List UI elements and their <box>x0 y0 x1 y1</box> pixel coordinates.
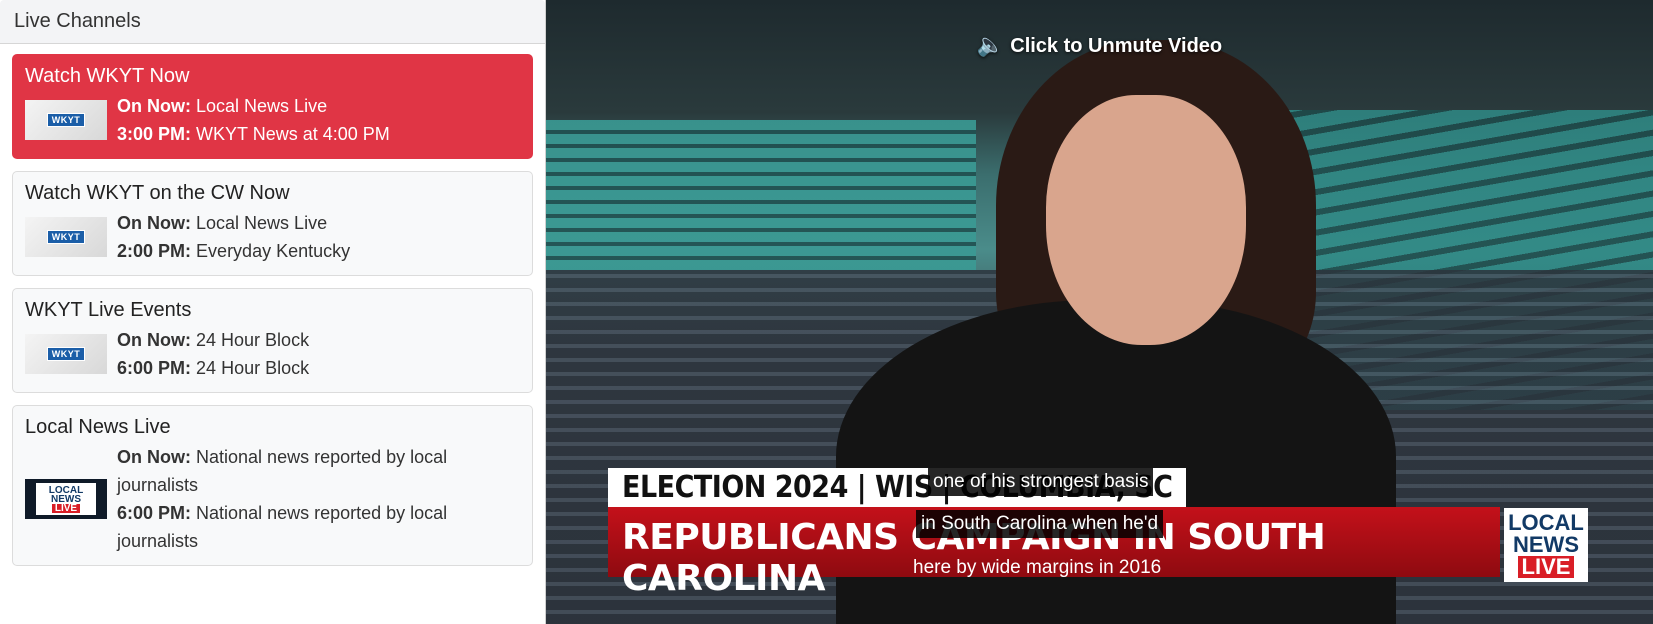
next-program-value: Everyday Kentucky <box>196 241 351 261</box>
next-time-label: 6:00 PM: <box>117 503 192 523</box>
on-now-value: 24 Hour Block <box>196 330 310 350</box>
video-frame-reporter <box>1046 95 1246 345</box>
next-program-value: 24 Hour Block <box>196 358 310 378</box>
channel-list: Watch WKYT Now WKYT On Now: Local News L… <box>0 44 545 588</box>
channel-title: WKYT Live Events <box>25 299 192 321</box>
on-now-label: On Now: <box>117 213 191 233</box>
next-time-label: 2:00 PM: <box>117 241 192 261</box>
on-now-label: On Now: <box>117 96 191 116</box>
caption-line: one of his strongest basis <box>928 468 1154 496</box>
channel-card-wkyt-live-events[interactable]: WKYT Live Events WKYT On Now: 24 Hour Bl… <box>12 288 533 393</box>
channel-thumbnail: WKYT <box>25 217 107 257</box>
channel-title: Watch WKYT on the CW Now <box>25 182 290 204</box>
channel-card-local-news-live[interactable]: Local News Live LOCAL NEWS LIVE On Now: … <box>12 405 533 566</box>
unmute-button[interactable]: 🔈 Click to Unmute Video <box>546 32 1653 58</box>
on-now-label: On Now: <box>117 330 191 350</box>
next-program-value: WKYT News at 4:00 PM <box>196 124 390 144</box>
live-channels-sidebar: Live Channels Watch WKYT Now WKYT On Now… <box>0 0 546 624</box>
channel-card-watch-wkyt-now[interactable]: Watch WKYT Now WKYT On Now: Local News L… <box>12 54 533 159</box>
unmute-label: Click to Unmute Video <box>1010 35 1223 57</box>
speaker-icon: 🔈 <box>976 32 1005 57</box>
video-frame-background <box>546 120 976 270</box>
channel-card-wkyt-cw[interactable]: Watch WKYT on the CW Now WKYT On Now: Lo… <box>12 171 533 276</box>
live-player-page: Live Channels Watch WKYT Now WKYT On Now… <box>0 0 1653 624</box>
channel-title: Watch WKYT Now <box>25 65 190 87</box>
next-time-label: 6:00 PM: <box>117 358 192 378</box>
channel-thumbnail: WKYT <box>25 334 107 374</box>
caption-line: in South Carolina when he'd <box>916 510 1164 538</box>
channel-thumbnail: WKYT <box>25 100 107 140</box>
wkyt-logo: WKYT <box>46 347 86 361</box>
local-news-live-logo: LOCAL NEWS LIVE <box>36 483 96 515</box>
next-time-label: 3:00 PM: <box>117 124 192 144</box>
sidebar-title: Live Channels <box>0 0 545 44</box>
caption-line: here by wide margins in 2016 <box>913 557 1162 578</box>
video-player[interactable]: 🔈 Click to Unmute Video ELECTION 2024 | W… <box>546 0 1653 624</box>
on-now-value: Local News Live <box>196 96 328 116</box>
channel-thumbnail: LOCAL NEWS LIVE <box>25 479 107 519</box>
wkyt-logo: WKYT <box>46 113 86 127</box>
on-now-value: Local News Live <box>196 213 328 233</box>
on-now-label: On Now: <box>117 447 191 467</box>
channel-title: Local News Live <box>25 416 171 438</box>
wkyt-logo: WKYT <box>46 230 86 244</box>
local-news-live-logo: LOCAL NEWS LIVE <box>1504 508 1588 582</box>
